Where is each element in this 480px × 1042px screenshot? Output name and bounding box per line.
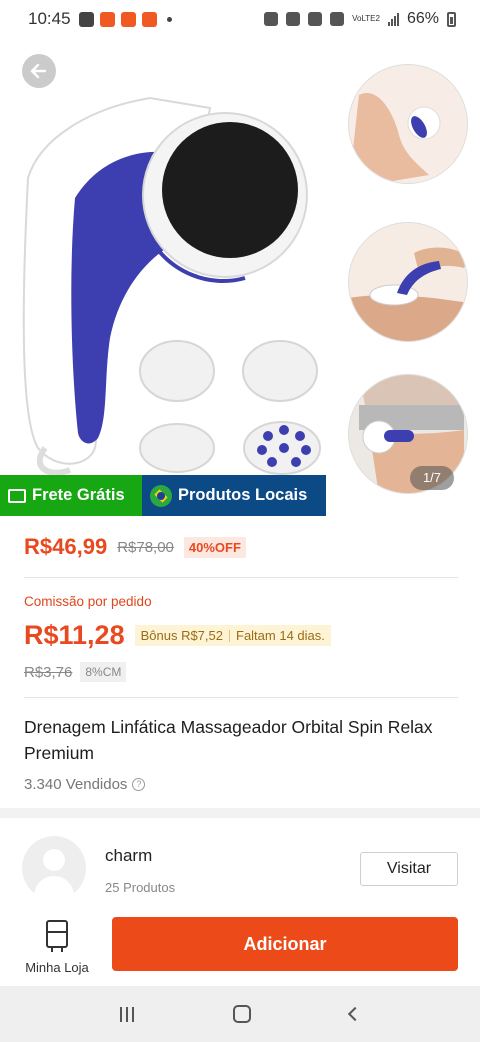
product-title: Drenagem Linfática Massageador Orbital S… xyxy=(24,717,433,763)
recent-apps-button[interactable] xyxy=(119,1006,134,1022)
bonus-separator xyxy=(229,629,230,642)
status-bar: 10:45 VoLTE2 66% xyxy=(0,0,480,38)
gallery-counter: 1/7 xyxy=(410,466,454,490)
arrow-left-icon xyxy=(30,63,47,79)
product-main-image[interactable] xyxy=(0,38,345,478)
original-price: R$78,00 xyxy=(117,538,174,556)
app-notification-icon xyxy=(120,11,136,27)
sold-count: 3.340 Vendidos ? xyxy=(24,776,146,793)
volte-indicator: VoLTE2 xyxy=(352,14,380,23)
bonus-badge: Bônus R$7,52 Faltam 14 dias. xyxy=(134,625,331,646)
commission-row: R$11,28 Bônus R$7,52 Faltam 14 dias. xyxy=(24,620,331,651)
commission-rate-row: R$3,76 8%CM xyxy=(24,662,127,682)
signal-icon xyxy=(387,12,399,26)
status-time: 10:45 xyxy=(28,9,71,28)
add-button[interactable]: Adicionar xyxy=(112,917,458,971)
alarm-icon xyxy=(264,12,279,26)
divider xyxy=(24,577,458,578)
local-products-badge: Produtos Locais xyxy=(142,475,326,516)
help-icon[interactable]: ? xyxy=(132,778,146,791)
free-shipping-badge: Frete Grátis xyxy=(0,475,142,516)
product-thumbnail[interactable] xyxy=(348,222,468,342)
section-separator xyxy=(0,808,480,818)
back-nav-button[interactable] xyxy=(348,1006,363,1022)
divider xyxy=(24,697,458,698)
mute-icon xyxy=(286,12,301,26)
app-notification-icon xyxy=(141,11,157,27)
shop-avatar[interactable] xyxy=(22,836,86,900)
discount-badge: 40%OFF xyxy=(183,536,246,558)
more-notifications-icon xyxy=(166,16,172,22)
product-gallery[interactable]: 1/7 Frete Grátis Produtos Locais xyxy=(0,38,480,516)
message-notification-icon xyxy=(78,11,94,27)
home-button[interactable] xyxy=(232,1005,251,1023)
thumbnail-image xyxy=(349,223,467,341)
commission-label: Comissão por pedido xyxy=(24,594,152,609)
location-icon xyxy=(308,12,323,26)
badge-row: Frete Grátis Produtos Locais xyxy=(0,475,326,516)
commission-rate: 8%CM xyxy=(80,662,127,682)
my-store-label: Minha Loja xyxy=(25,960,89,975)
free-shipping-label: Frete Grátis xyxy=(32,486,125,504)
battery-percent: 66% xyxy=(406,10,439,27)
current-price: R$46,99 xyxy=(24,534,108,559)
back-button[interactable] xyxy=(22,54,56,88)
visit-shop-button[interactable]: Visitar xyxy=(360,852,458,886)
my-store-button[interactable]: Minha Loja xyxy=(18,920,96,976)
shop-product-count: 25 Produtos xyxy=(105,880,176,895)
shop-name[interactable]: charm xyxy=(105,846,152,866)
system-nav-bar xyxy=(0,986,480,1042)
shipping-icon xyxy=(8,488,26,503)
sold-count-label: 3.340 Vendidos xyxy=(24,776,128,793)
thumbnail-image xyxy=(349,65,467,183)
battery-icon xyxy=(447,11,456,27)
bonus-remaining: Faltam 14 dias. xyxy=(236,628,325,643)
app-notification-icon xyxy=(99,11,115,27)
product-thumbnail[interactable] xyxy=(348,64,468,184)
wifi-icon xyxy=(330,12,345,26)
price-row: R$46,99 R$78,00 40%OFF xyxy=(24,534,246,560)
store-icon xyxy=(46,920,68,952)
local-products-label: Produtos Locais xyxy=(178,486,308,504)
commission-old-amount: R$3,76 xyxy=(24,663,73,681)
commission-amount: R$11,28 xyxy=(24,620,125,650)
brazil-flag-icon xyxy=(150,484,172,507)
bonus-amount: Bônus R$7,52 xyxy=(140,628,223,643)
